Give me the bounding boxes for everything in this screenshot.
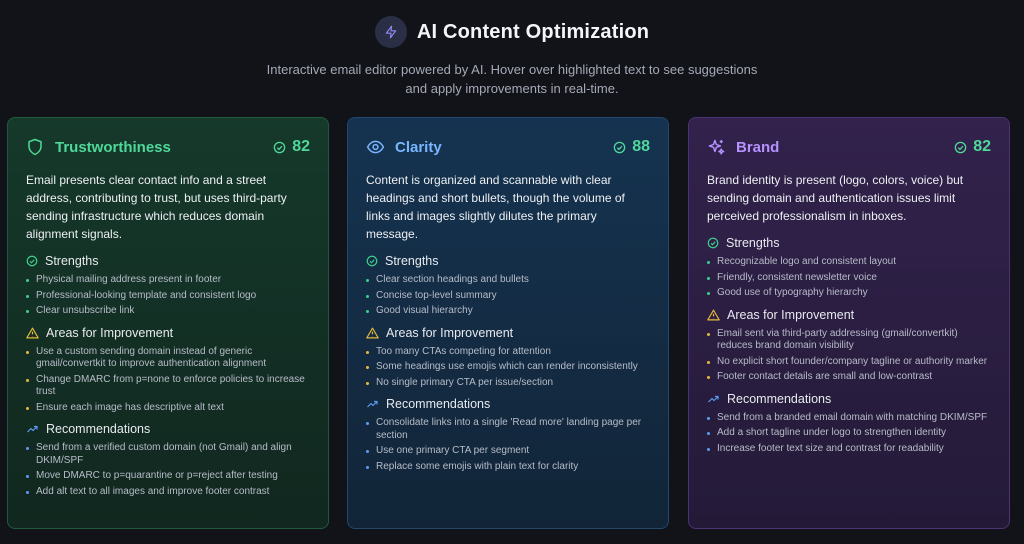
check-circle-icon: [707, 237, 719, 249]
card-header: Clarity 88: [366, 135, 650, 159]
list-item: Physical mailing address present in foot…: [26, 274, 310, 287]
eye-icon: [366, 137, 386, 157]
strengths-heading: Strengths: [26, 252, 310, 270]
trending-up-icon: [367, 400, 378, 408]
strengths-list: Clear section headings and bullets Conci…: [366, 274, 650, 318]
list-item: No single primary CTA per issue/section: [366, 377, 650, 390]
list-item: Clear section headings and bullets: [366, 274, 650, 287]
warning-icon: [707, 309, 720, 320]
list-item: Send from a branded email domain with ma…: [707, 412, 991, 425]
list-item: Consolidate links into a single 'Read mo…: [366, 417, 650, 442]
check-circle-icon: [366, 255, 378, 267]
card-header: Trustworthiness 82: [26, 135, 310, 159]
check-circle-icon: [273, 141, 286, 153]
page-subtitle: Interactive email editor powered by AI. …: [212, 61, 812, 98]
strengths-heading: Strengths: [707, 234, 991, 252]
card-header: Brand 82: [707, 135, 991, 159]
list-item: Send from a verified custom domain (not …: [26, 442, 310, 467]
check-circle-icon: [26, 255, 38, 267]
card-summary: Content is organized and scannable with …: [366, 173, 625, 241]
improvements-heading: Areas for Improvement: [707, 306, 991, 324]
list-item: No explicit short founder/company taglin…: [707, 356, 991, 369]
score-value: 82: [292, 138, 310, 155]
improvements-label: Areas for Improvement: [46, 325, 174, 340]
card-summary: Brand identity is present (logo, colors,…: [707, 173, 964, 223]
recommendations-list: Consolidate links into a single 'Read mo…: [366, 417, 650, 473]
list-item: Recognizable logo and consistent layout: [707, 256, 991, 269]
score-value: 88: [632, 138, 650, 155]
page-title: AI Content Optimization: [416, 20, 650, 43]
list-item: Move DMARC to p=quarantine or p=reject a…: [26, 470, 310, 483]
list-item: Increase footer text size and contrast f…: [707, 443, 991, 456]
lightning-icon: [374, 16, 407, 48]
improvements-label: Areas for Improvement: [727, 307, 855, 322]
list-item: Footer contact details are small and low…: [707, 371, 991, 384]
check-circle-icon: [954, 141, 967, 153]
list-item: Add a short tagline under logo to streng…: [707, 427, 991, 440]
recommendations-heading: Recommendations: [26, 420, 310, 438]
list-item: Friendly, consistent newsletter voice: [707, 272, 991, 285]
strengths-label: Strengths: [45, 254, 99, 268]
title-row: AI Content Optimization: [0, 16, 1024, 48]
check-circle-icon: [613, 141, 626, 153]
recommendations-label: Recommendations: [46, 422, 151, 436]
list-item: Too many CTAs competing for attention: [366, 346, 650, 359]
card-summary: Email presents clear contact info and a …: [26, 173, 287, 241]
score-badge: 88: [613, 138, 650, 156]
recommendations-label: Recommendations: [386, 397, 491, 411]
list-item: Use one primary CTA per segment: [366, 445, 650, 458]
score-badge: 82: [954, 138, 991, 156]
list-item: Clear unsubscribe link: [26, 305, 310, 318]
strengths-label: Strengths: [385, 254, 439, 268]
list-item: Email sent via third-party addressing (g…: [707, 328, 991, 353]
subtitle-line-1: Interactive email editor powered by AI. …: [266, 62, 758, 77]
improvements-list: Email sent via third-party addressing (g…: [707, 328, 991, 384]
list-item: Replace some emojis with plain text for …: [366, 461, 650, 474]
card-clarity: Clarity 88 Content is organized and scan…: [347, 117, 669, 529]
subtitle-line-2: and apply improvements in real-time.: [405, 80, 619, 96]
recommendations-heading: Recommendations: [366, 395, 650, 413]
improvements-list: Use a custom sending domain instead of g…: [26, 346, 310, 415]
card-trustworthiness: Trustworthiness 82 Email presents clear …: [7, 117, 329, 529]
list-item: Good visual hierarchy: [366, 305, 650, 318]
improvements-heading: Areas for Improvement: [26, 324, 310, 342]
strengths-list: Physical mailing address present in foot…: [26, 274, 310, 318]
list-item: Good use of typography hierarchy: [707, 287, 991, 300]
card-title: Clarity: [395, 138, 442, 156]
list-item: Change DMARC from p=none to enforce poli…: [26, 374, 310, 399]
improvements-label: Areas for Improvement: [386, 325, 514, 340]
recommendations-heading: Recommendations: [707, 390, 991, 408]
score-badge: 82: [273, 138, 310, 156]
list-item: Some headings use emojis which can rende…: [366, 361, 650, 374]
strengths-list: Recognizable logo and consistent layout …: [707, 256, 991, 300]
recommendations-label: Recommendations: [727, 391, 832, 406]
improvements-heading: Areas for Improvement: [366, 324, 650, 342]
card-title: Trustworthiness: [55, 138, 171, 156]
list-item: Ensure each image has descriptive alt te…: [26, 402, 310, 415]
trending-up-icon: [27, 425, 38, 433]
recommendations-list: Send from a branded email domain with ma…: [707, 412, 991, 456]
recommendations-list: Send from a verified custom domain (not …: [26, 442, 310, 498]
card-title: Brand: [736, 138, 780, 156]
strengths-label: Strengths: [726, 236, 780, 250]
list-item: Use a custom sending domain instead of g…: [26, 346, 310, 371]
improvements-list: Too many CTAs competing for attention So…: [366, 346, 650, 390]
shield-icon: [26, 137, 46, 157]
sparkles-icon: [707, 137, 727, 157]
strengths-heading: Strengths: [366, 252, 650, 270]
list-item: Add alt text to all images and improve f…: [26, 486, 310, 499]
list-item: Professional-looking template and consis…: [26, 290, 310, 303]
list-item: Concise top-level summary: [366, 290, 650, 303]
warning-icon: [366, 327, 379, 338]
trending-up-icon: [708, 395, 719, 402]
warning-icon: [26, 327, 39, 338]
score-value: 82: [973, 138, 991, 155]
card-brand: Brand 82 Brand identity is present (logo…: [688, 117, 1010, 529]
